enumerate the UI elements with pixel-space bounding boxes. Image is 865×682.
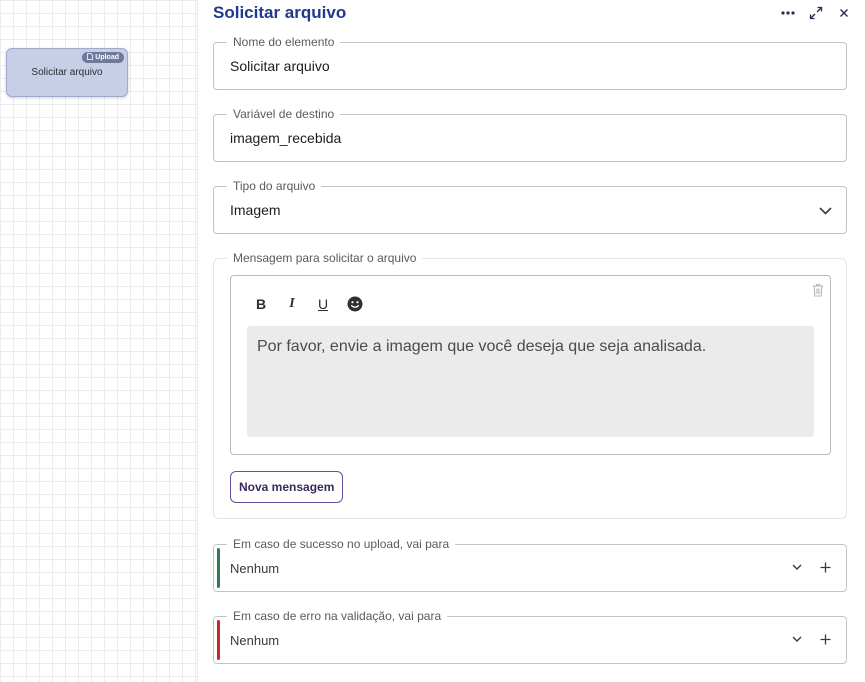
element-name-label: Nome do elemento (227, 34, 341, 50)
underline-button[interactable]: U (312, 293, 334, 315)
plus-icon[interactable] (816, 557, 834, 577)
flow-canvas[interactable]: Upload Solicitar arquivo (0, 0, 198, 682)
message-card: B I U Por favor, envie a imagem que você… (230, 275, 831, 455)
panel-title: Solicitar arquivo (213, 3, 347, 22)
file-type-value: Imagem (230, 202, 281, 218)
flow-node-request-file[interactable]: Upload Solicitar arquivo (6, 48, 128, 97)
on-error-select[interactable]: Em caso de erro na validação, vai para N… (213, 608, 847, 664)
new-message-button[interactable]: Nova mensagem (230, 471, 344, 503)
node-badge-label: Upload (95, 54, 119, 61)
node-type-badge: Upload (82, 52, 124, 63)
message-editor[interactable]: Por favor, envie a imagem que você desej… (247, 326, 814, 437)
chevron-down-icon[interactable] (817, 203, 833, 219)
on-success-label: Em caso de sucesso no upload, vai para (227, 536, 456, 552)
target-variable-label: Variável de destino (227, 106, 341, 122)
expand-icon[interactable] (807, 4, 825, 22)
properties-panel: Solicitar arquivo Nome do elemento Solic… (198, 0, 865, 682)
file-icon (87, 53, 94, 60)
bold-button[interactable]: B (250, 293, 272, 315)
element-name-value[interactable]: Solicitar arquivo (230, 58, 330, 74)
plus-icon[interactable] (816, 629, 834, 649)
message-section-label: Mensagem para solicitar o arquivo (227, 250, 423, 266)
italic-button[interactable]: I (281, 293, 303, 315)
on-success-value: Nenhum (230, 561, 280, 576)
file-type-label: Tipo do arquivo (227, 178, 322, 194)
element-name-field[interactable]: Nome do elemento Solicitar arquivo (213, 34, 847, 90)
file-type-select[interactable]: Tipo do arquivo Imagem (213, 178, 847, 234)
on-error-value: Nenhum (230, 633, 280, 648)
close-icon[interactable] (835, 4, 853, 22)
trash-icon[interactable] (809, 281, 827, 299)
target-variable-value[interactable]: imagem_recebida (230, 130, 341, 146)
node-label: Solicitar arquivo (31, 67, 103, 78)
more-horizontal-icon[interactable] (779, 4, 797, 22)
emoji-icon[interactable] (344, 293, 366, 315)
chevron-down-icon[interactable] (788, 629, 806, 649)
chevron-down-icon[interactable] (788, 557, 806, 577)
success-accent-bar (217, 548, 220, 588)
on-error-label: Em caso de erro na validação, vai para (227, 608, 448, 624)
message-section: Mensagem para solicitar o arquivo B I U … (213, 250, 847, 519)
error-accent-bar (217, 620, 220, 660)
on-success-select[interactable]: Em caso de sucesso no upload, vai para N… (213, 536, 847, 592)
target-variable-field[interactable]: Variável de destino imagem_recebida (213, 106, 847, 162)
